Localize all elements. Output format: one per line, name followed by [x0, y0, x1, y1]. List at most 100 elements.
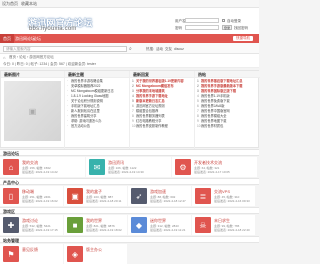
- forum-card[interactable]: ⚑ 意见反馈: [0, 244, 63, 264]
- forum-card[interactable]: ▯ 移动端 主题: 251, 帖数: 2461 最后发表: 2022-4-19 16:…: [0, 186, 63, 206]
- forum-card[interactable]: ⌂ 我的交流 主题: 156, 帖数: 1562 最后发表: 2022-4-19 14…: [0, 157, 85, 177]
- set-homepage-link[interactable]: 设为首页: [2, 1, 18, 7]
- chat-icon[interactable]: ✉: [89, 159, 105, 175]
- home-icon[interactable]: ⌂: [3, 55, 5, 60]
- list-item-title: 安卓模拟器推荐2022: [71, 84, 101, 88]
- list-item[interactable]: · 官方活动公告: [67, 124, 127, 129]
- stats-text: 今日: 0 | 昨日: 0 | 帖子: 1234 | 会员: 567 | 欢迎新…: [3, 62, 96, 66]
- list-item-title: 我的世界材质包: [201, 124, 224, 128]
- phone-icon[interactable]: ▯: [3, 188, 19, 204]
- list-item-title: 手机版下载地址汇总: [71, 104, 100, 108]
- list-item-title: 1.8-1.9 Looking Glass地图: [71, 94, 109, 98]
- nav-forum[interactable]: 论坛: [30, 34, 44, 43]
- list-item-title: 新人报到帖请在这里: [71, 109, 100, 113]
- list-item-title: 我的世界免费版下载: [201, 99, 230, 103]
- forum-card[interactable]: ➶ 游戏加速 主题: 88, 帖数: 602 最后发表: 2022-4-18 12:4…: [128, 186, 191, 206]
- search-placeholder: 请输入搜索内容: [6, 47, 31, 51]
- password-input[interactable]: [185, 25, 219, 30]
- thread-list: · 我的世界手游攻略合集 · 安卓模拟器推荐2022 · MC Mongaboom模组更新…: [65, 78, 129, 130]
- forum-card[interactable]: ✚ 游戏讨论 主题: 532, 帖数: 5421 最后发表: 2022-4-19 17…: [0, 215, 63, 235]
- list-item-title: 我的世界建筑分享: [71, 114, 97, 118]
- forum-name[interactable]: 意见反馈: [22, 247, 38, 253]
- forum-card[interactable]: ☠ 末日求生 主题: 99, 帖数: 765 最后发表: 2022-4-18 22:4…: [192, 215, 255, 235]
- gamepad-icon[interactable]: ✚: [3, 217, 19, 233]
- col-latest-images: 最新图片 ▣: [1, 71, 65, 149]
- list-item-title: MC Mongaboom模组更新日志: [71, 89, 114, 93]
- breadcrumb-text[interactable]: 首页 › 论坛 › 游迅网官方论坛: [9, 55, 54, 60]
- username-input[interactable]: [185, 18, 219, 23]
- hot-term[interactable]: discuz: [174, 47, 184, 52]
- forum-last-post[interactable]: 最后发表: 2022-4-19 17:15: [22, 228, 58, 232]
- hot-label: 热搜:: [146, 47, 154, 51]
- list-item-title: 我的世界基岩版下载地址汇总: [201, 79, 243, 83]
- main-nav: 首页 游迅网论坛 论坛 快捷导航: [0, 34, 259, 43]
- forum-card[interactable]: ≣ 交流VPS 主题: 45, 帖数: 310 最后发表: 2022-4-16 09:…: [192, 186, 255, 206]
- featured-image[interactable]: ▣: [4, 81, 61, 141]
- hot-search: 热搜: 活动 交友 discuz: [146, 47, 184, 52]
- section-header: 站务管理: [0, 236, 259, 243]
- shield-icon[interactable]: ◈: [67, 246, 83, 262]
- list-item-title: 我的世界手游版最新版本下载: [201, 84, 243, 88]
- section-header: 产品中心: [0, 178, 259, 185]
- hot-term[interactable]: 活动: [156, 47, 163, 52]
- forum-last-post[interactable]: 最后发表: 2022-4-18 22:40: [214, 228, 250, 232]
- search-input[interactable]: 请输入搜索内容: [3, 46, 127, 52]
- forum-last-post[interactable]: 最后发表: 2022-4-19 14:22: [22, 170, 58, 174]
- flag-icon[interactable]: ⚑: [3, 246, 19, 262]
- block-icon[interactable]: ◆: [131, 217, 147, 233]
- list-item-title: 我的世界中国版官网: [201, 109, 230, 113]
- list-item-title: 模组整合包推荐: [136, 109, 159, 113]
- gear-icon[interactable]: ⚙: [175, 159, 191, 175]
- col-title: 最新回复: [130, 71, 194, 78]
- list-item-title: 新版本更新日志汇总: [136, 99, 165, 103]
- list-item-title: 求助: 游戏闪退怎么办: [71, 119, 102, 123]
- col-latest-threads: 最新主题 · 我的世界手游攻略合集 · 安卓模拟器推荐2022 · MC Mongaboo…: [65, 71, 130, 149]
- list-item-title: 我的世界1.19手机版: [201, 94, 230, 98]
- hot-term[interactable]: 交友: [165, 47, 172, 52]
- hot-list: 1 我的世界基岩版下载地址汇总 2 我的世界手游版最新版本下载 3 我的世界国际版正版下载…: [195, 78, 260, 130]
- forum-last-post[interactable]: 最后发表: 2022-4-18 20:11: [86, 199, 121, 203]
- forum-last-post[interactable]: 最后发表: 2022-4-19 16:02: [22, 199, 58, 203]
- list-item[interactable]: 10我的世界材质包: [197, 124, 258, 129]
- list-item-title: 我的世界国际版正版下载: [201, 89, 237, 93]
- cube-icon[interactable]: ■: [67, 217, 83, 233]
- col-title: 热帖: [195, 71, 260, 78]
- login-button[interactable]: 登录: [222, 25, 232, 30]
- search-icon[interactable]: ⌕: [129, 46, 132, 52]
- section-header: 游戏区: [0, 207, 259, 214]
- login-form: 用户名 自动登录 密码 登录 找回密码: [175, 18, 259, 32]
- home-icon[interactable]: ⌂: [3, 159, 19, 175]
- forum-last-post[interactable]: 最后发表: 2022-4-18 12:47: [150, 199, 186, 203]
- forum-card[interactable]: ◈ 版主办公: [64, 244, 127, 264]
- quick-nav-button[interactable]: 快捷导航: [233, 36, 253, 41]
- col-hot-threads: 热帖 1 我的世界基岩版下载地址汇总 2 我的世界手游版最新版本下载 3 我的世界国际版正…: [195, 71, 260, 149]
- forum-card[interactable]: ⚙ 开发者技术交流 主题: 64, 帖数: 321 最后发表: 2022-4-17 1…: [172, 157, 257, 177]
- server-icon[interactable]: ≣: [195, 188, 211, 204]
- forum-last-post[interactable]: 最后发表: 2022-4-17 10:05: [194, 170, 230, 174]
- forum-last-post[interactable]: 最后发表: 2022-4-19 18:02: [86, 228, 122, 232]
- forum-card[interactable]: ✉ 游迅资讯 主题: 106, 帖数: 1122 最后发表: 2022-4-19 14…: [86, 157, 171, 177]
- box-icon[interactable]: ▣: [67, 188, 83, 204]
- forum-last-post[interactable]: 最后发表: 2022-4-16 09:33: [214, 199, 250, 203]
- list-item[interactable]: 10我的世界皮肤制作教程: [132, 124, 192, 129]
- bookmark-link[interactable]: 收藏本站: [21, 1, 37, 7]
- skull-icon[interactable]: ☠: [195, 217, 211, 233]
- forum-card[interactable]: ◆ 迷你世界 主题: 312, 帖数: 2843 最后发表: 2022-4-19 11…: [128, 215, 191, 235]
- list-item-title: 我的世界手游攻略合集: [71, 79, 103, 83]
- list-item-title: 我的世界手游下载地址: [136, 94, 168, 98]
- list-item-title: 分享我的末地城建筑: [136, 89, 165, 93]
- list-item-title: 我的世界服务器列表: [136, 114, 165, 118]
- forum-last-post[interactable]: 最后发表: 2022-4-19 11:21: [150, 228, 185, 232]
- autologin-label[interactable]: 自动登录: [227, 19, 241, 24]
- forgot-password-link[interactable]: 找回密码: [234, 26, 248, 31]
- forum-last-post[interactable]: 最后发表: 2022-4-19 14:30: [108, 170, 144, 174]
- forum-card[interactable]: ▣ 我的盒子 主题: 103, 帖数: 887 最后发表: 2022-4-18 20:…: [64, 186, 127, 206]
- rocket-icon[interactable]: ➶: [131, 188, 147, 204]
- list-item-title: 我的世界模组大全: [201, 114, 227, 118]
- section-header: 游迅论坛: [0, 149, 259, 156]
- autologin-checkbox[interactable]: [222, 19, 225, 22]
- forum-name[interactable]: 版主办公: [86, 247, 102, 253]
- reply-list: 1 关于我的世界基岩版1.19更新内容 2 MC Mongaboom模组发布 3 分享我的…: [130, 78, 194, 130]
- top-bar: 设为首页 收藏本站: [0, 0, 259, 8]
- forum-card[interactable]: ■ 我的世界 主题: 821, 帖数: 9876 最后发表: 2022-4-19 18…: [64, 215, 127, 235]
